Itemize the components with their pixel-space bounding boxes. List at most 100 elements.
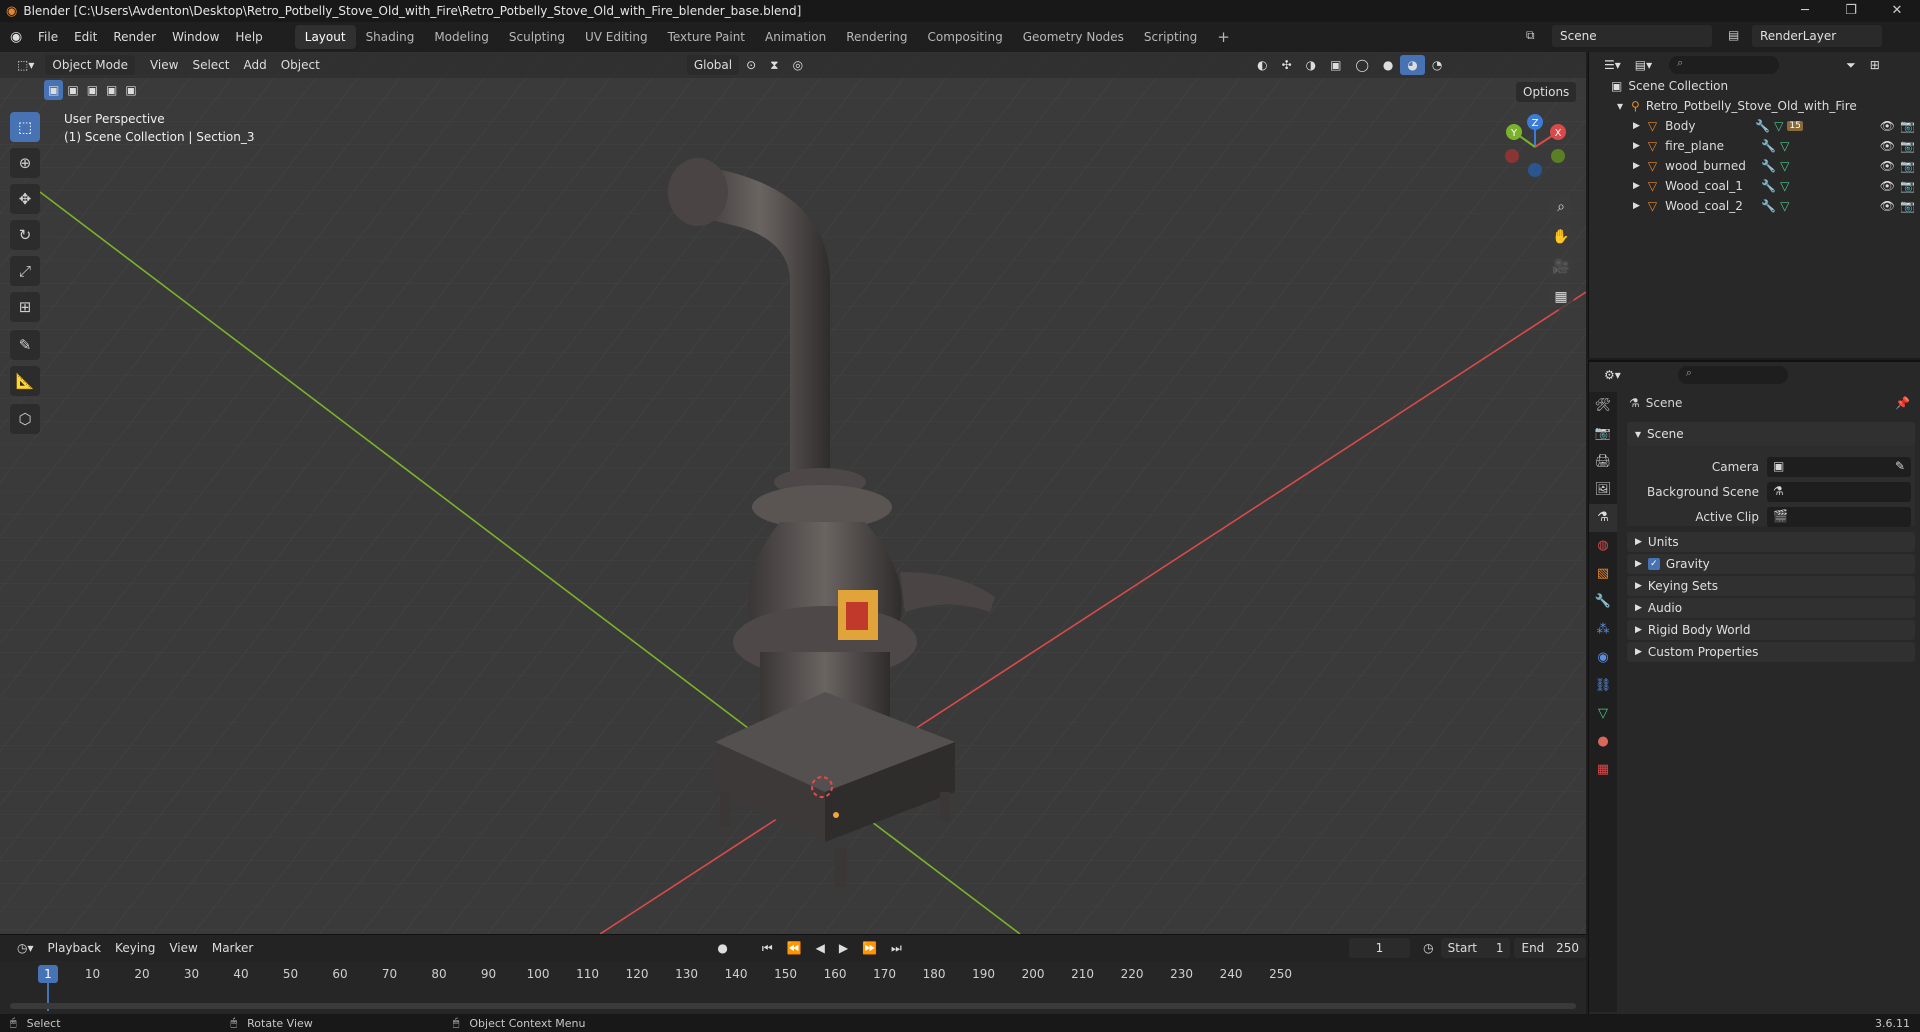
object-tab-icon[interactable]: ▧ [1589,560,1617,588]
particles-tab-icon[interactable]: ⁂ [1589,616,1617,644]
proportional-edit-icon[interactable]: ◎ [786,55,810,75]
render-camera-icon[interactable]: 📷 [1900,119,1915,133]
snap-icon[interactable]: ⧗ [763,55,785,75]
overlay-toggle-icon[interactable]: ◑ [1299,55,1323,75]
mesh-data-icon[interactable]: ▽ [1780,139,1789,153]
zoom-icon[interactable]: ⌕ [1548,194,1574,220]
panel-keying-sets[interactable]: ▶ Keying Sets [1627,576,1915,596]
add-cube-tool-icon[interactable]: ⬡ [10,404,40,434]
tab-shading[interactable]: Shading [356,25,425,49]
next-keyframe-icon[interactable]: ⏩ [855,938,884,958]
view-menu[interactable]: View [143,55,185,75]
solid-shading-icon[interactable]: ● [1376,55,1400,75]
panel-gravity[interactable]: ▶ ✓ Gravity [1627,554,1915,574]
material-tab-icon[interactable]: ● [1589,728,1617,756]
expand-arrow-icon[interactable]: ▶ [1633,121,1640,131]
rotate-tool-icon[interactable]: ↻ [10,220,40,250]
viewlayer-browse-icon[interactable]: ▤ [1728,28,1739,42]
tab-scripting[interactable]: Scripting [1134,25,1207,49]
properties-search-input[interactable]: ⌕ [1677,366,1788,384]
expand-arrow-icon[interactable]: ▶ [1633,201,1640,211]
close-button[interactable]: ✕ [1874,0,1920,22]
minimize-button[interactable]: ─ [1782,0,1828,22]
gizmo-toggle-icon[interactable]: ✣ [1275,55,1299,75]
clock-icon[interactable]: ◷ [1416,938,1440,958]
blender-menu-icon[interactable]: ◉ [10,29,22,45]
menu-window[interactable]: Window [164,30,227,44]
panel-units[interactable]: ▶ Units [1627,532,1915,552]
tab-rendering[interactable]: Rendering [836,25,917,49]
modifier-icon[interactable]: 🔧 [1761,139,1776,153]
jump-end-icon[interactable]: ⏭ [884,938,909,958]
measure-tool-icon[interactable]: 📐 [10,366,40,396]
add-menu[interactable]: Add [236,55,273,75]
new-collection-icon[interactable]: ⊞ [1863,55,1887,75]
scene-selector[interactable]: Scene [1552,25,1712,47]
navigation-gizmo[interactable]: Z X Y [1500,112,1570,182]
orientation-selector[interactable]: Global [686,55,740,75]
outliner-item-wood-coal-1[interactable]: ▶ ▽ Wood_coal_1 🔧 ▽ 👁 📷 [1589,176,1920,196]
select-invert-icon[interactable]: ▣ [102,80,121,100]
active-clip-field[interactable]: 🎬 [1767,507,1911,527]
select-subtract-icon[interactable]: ▣ [83,80,102,100]
collection-row[interactable]: ▾ ⚲ Retro_Potbelly_Stove_Old_with_Fire [1589,96,1920,116]
render-camera-icon[interactable]: 📷 [1900,159,1915,173]
tab-geometry-nodes[interactable]: Geometry Nodes [1013,25,1134,49]
camera-view-icon[interactable]: 🎥 [1548,254,1574,280]
tool-tab-icon[interactable]: 🛠 [1589,392,1617,420]
panel-rigid-body-world[interactable]: ▶ Rigid Body World [1627,620,1915,640]
scene-panel-header[interactable]: ▾ Scene [1627,422,1915,446]
select-intersect-icon[interactable]: ▣ [121,80,140,100]
start-frame-field[interactable]: Start 1 [1440,938,1511,958]
annotate-tool-icon[interactable]: ✎ [10,330,40,360]
view-layer-tab-icon[interactable]: 🖼 [1589,476,1617,504]
options-button[interactable]: Options [1516,82,1577,102]
xray-icon[interactable]: ▣ [1323,55,1348,75]
expand-arrow-icon[interactable]: ▶ [1633,181,1640,191]
menu-help[interactable]: Help [227,30,270,44]
render-tab-icon[interactable]: 📷 [1589,420,1617,448]
texture-tab-icon[interactable]: ▦ [1589,756,1617,784]
output-tab-icon[interactable]: 🖨 [1589,448,1617,476]
properties-editor-type-icon[interactable]: ⚙▾ [1597,365,1628,385]
visibility-eye-icon[interactable]: 👁 [1880,159,1895,173]
select-extend-icon[interactable]: ▣ [63,80,82,100]
material-badge[interactable]: 15 [1787,121,1803,131]
cursor-tool-icon[interactable]: ⊕ [10,148,40,178]
prev-keyframe-icon[interactable]: ⏪ [780,938,809,958]
play-reverse-icon[interactable]: ◀ [809,938,832,958]
keying-menu[interactable]: Keying [108,938,162,958]
rendered-shading-icon[interactable]: ◔ [1425,55,1449,75]
ortho-grid-icon[interactable]: ▦ [1548,284,1574,310]
select-box-tool-icon[interactable]: ⬚ [10,112,40,142]
tab-uv-editing[interactable]: UV Editing [575,25,658,49]
eyedropper-icon[interactable]: ✎ [1895,459,1905,473]
mode-selector[interactable]: Object Mode [45,55,135,75]
mesh-data-icon[interactable]: ▽ [1780,159,1789,173]
render-camera-icon[interactable]: 📷 [1900,179,1915,193]
mesh-data-icon[interactable]: ▽ [1774,119,1783,133]
modifier-icon[interactable]: 🔧 [1761,179,1776,193]
filter-icon[interactable]: ⏷ [1839,55,1863,75]
marker-menu[interactable]: Marker [205,938,260,958]
tab-layout[interactable]: Layout [294,25,356,49]
visibility-eye-icon[interactable]: 👁 [1880,119,1895,133]
editor-type-icon[interactable]: ⬚▾ [10,55,41,75]
tab-compositing[interactable]: Compositing [917,25,1012,49]
play-icon[interactable]: ▶ [832,938,855,958]
timeline-view-menu[interactable]: View [162,938,204,958]
mesh-data-icon[interactable]: ▽ [1780,199,1789,213]
outliner-item-fire-plane[interactable]: ▶ ▽ fire_plane 🔧 ▽ 👁 📷 [1589,136,1920,156]
mesh-data-icon[interactable]: ▽ [1780,179,1789,193]
tab-animation[interactable]: Animation [755,25,836,49]
constraints-tab-icon[interactable]: ⛓ [1589,672,1617,700]
panel-custom-properties[interactable]: ▶ Custom Properties [1627,642,1915,662]
select-menu[interactable]: Select [185,55,236,75]
menu-edit[interactable]: Edit [66,30,105,44]
object-menu[interactable]: Object [274,55,327,75]
data-tab-icon[interactable]: ▽ [1589,700,1617,728]
display-mode-icon[interactable]: ▤▾ [1628,55,1659,75]
modifier-icon[interactable]: 🔧 [1761,199,1776,213]
gravity-checkbox[interactable]: ✓ [1647,558,1660,570]
end-frame-field[interactable]: End 250 [1514,938,1586,958]
